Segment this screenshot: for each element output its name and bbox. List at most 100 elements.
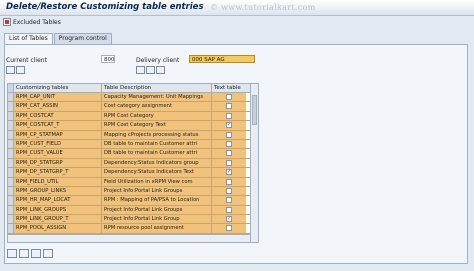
header-text-table[interactable]: Text table bbox=[212, 84, 246, 92]
delete-icon[interactable] bbox=[16, 66, 25, 74]
cell-text-table bbox=[212, 205, 246, 215]
save-icon[interactable] bbox=[43, 249, 53, 258]
cell-table-name: RPM_LINK_GROUP_T bbox=[14, 215, 102, 224]
text-table-checkbox[interactable] bbox=[226, 206, 232, 213]
text-table-checkbox[interactable] bbox=[226, 140, 232, 147]
select-icon[interactable] bbox=[6, 66, 15, 74]
cell-table-name: RPM_COSTCAT_T bbox=[14, 121, 102, 130]
current-client-label: Current client bbox=[6, 57, 47, 64]
delivery-client-label: Delivery client bbox=[136, 57, 180, 64]
cell-text-table bbox=[212, 111, 246, 121]
table-row[interactable]: RPM_HR_MAP_LOCAT RPM : Mapping of PA/PSA … bbox=[8, 196, 258, 206]
text-table-checkbox[interactable]: ✓ bbox=[226, 169, 232, 176]
delete-table-icon bbox=[3, 18, 11, 26]
text-table-checkbox[interactable] bbox=[226, 159, 232, 166]
watermark: © www.tutorialkart.com bbox=[210, 3, 316, 12]
text-table-checkbox[interactable] bbox=[226, 178, 232, 185]
window-title: Delete/Restore Customizing table entries bbox=[6, 2, 204, 12]
client-buttons-left bbox=[6, 66, 25, 74]
text-table-checkbox[interactable] bbox=[226, 112, 232, 119]
excluded-tables-button[interactable]: Excluded Tables bbox=[3, 17, 61, 27]
cell-table-name: RPM_DP_STATGRP bbox=[14, 158, 102, 168]
cell-text-table: ✓ bbox=[212, 168, 246, 177]
table-row[interactable]: RPM_COSTCAT_T RPM Cost Category Text ✓ bbox=[8, 121, 258, 131]
cell-table-description: RPM resource pool assignment bbox=[102, 224, 212, 233]
table-row[interactable]: RPM_FIELD_UTIL Field Utilization in xRPM … bbox=[8, 177, 258, 187]
delivery-client-field[interactable]: 000 SAP AG bbox=[189, 55, 255, 63]
table-row[interactable]: RPM_GROUP_LINKS Project Info:Portal Link … bbox=[8, 186, 258, 197]
customizing-table-grid: Customizing tables Table Description Tex… bbox=[7, 83, 259, 243]
cell-text-table bbox=[212, 93, 246, 102]
cell-table-description: RPM Cost Category bbox=[102, 111, 212, 121]
cell-text-table: ✓ bbox=[212, 215, 246, 224]
table-row[interactable]: RPM_POOL_ASSIGN RPM resource pool assignm… bbox=[8, 224, 258, 234]
table-row[interactable]: RPM_CAP_UNIT Capacity Management: Unit Ma… bbox=[8, 93, 258, 103]
cell-table-name: RPM_CUST_VALUE bbox=[14, 149, 102, 158]
grid-header: Customizing tables Table Description Tex… bbox=[8, 84, 258, 93]
table-row[interactable]: RPM_DP_STATGRP_T Dependency:Status Indica… bbox=[8, 168, 258, 178]
header-table-description[interactable]: Table Description bbox=[102, 84, 212, 92]
text-table-checkbox[interactable] bbox=[226, 225, 232, 232]
cell-table-name: RPM_CP_STATMAP bbox=[14, 130, 102, 139]
cell-text-table bbox=[212, 224, 246, 233]
horizontal-scrollbar[interactable] bbox=[8, 233, 258, 242]
cell-text-table bbox=[212, 196, 246, 205]
table-row[interactable]: RPM_CUST_VALUE DB table to maintain Custo… bbox=[8, 149, 258, 159]
text-table-checkbox[interactable] bbox=[226, 103, 232, 110]
tab-strip: List of Tables Program control bbox=[4, 33, 113, 45]
cell-table-description: Mapping cProjects processing status bbox=[102, 130, 212, 139]
cell-table-description: RPM Cost Category Text bbox=[102, 121, 212, 130]
text-table-checkbox[interactable] bbox=[226, 150, 232, 157]
text-table-checkbox[interactable]: ✓ bbox=[226, 216, 232, 223]
grid-rows: RPM_CAP_UNIT Capacity Management: Unit Ma… bbox=[8, 93, 258, 234]
cell-text-table bbox=[212, 102, 246, 111]
table-row[interactable]: RPM_COSTCAT RPM Cost Category bbox=[8, 111, 258, 122]
table-row[interactable]: RPM_LINK_GROUPS Project Info:Portal Link … bbox=[8, 205, 258, 216]
text-table-checkbox[interactable] bbox=[226, 187, 232, 194]
application-toolbar: Excluded Tables bbox=[0, 16, 474, 28]
header-customizing-tables[interactable]: Customizing tables bbox=[14, 84, 102, 92]
cell-table-name: RPM_DP_STATGRP_T bbox=[14, 168, 102, 177]
cell-table-description: DB table to maintain Customer attri bbox=[102, 139, 212, 149]
cell-table-description: Capacity Management: Unit Mappings bbox=[102, 93, 212, 102]
cell-table-name: RPM_POOL_ASSIGN bbox=[14, 224, 102, 233]
text-table-checkbox[interactable] bbox=[226, 131, 232, 138]
select-all-icon[interactable] bbox=[7, 249, 17, 258]
table-row[interactable]: RPM_CAT_ASSIN Cost category assignment bbox=[8, 102, 258, 112]
cell-table-name: RPM_HR_MAP_LOCAT bbox=[14, 196, 102, 205]
tab-program-control[interactable]: Program control bbox=[53, 33, 112, 44]
cell-table-description: Project Info:Portal Link Groups bbox=[102, 205, 212, 215]
cell-table-name: RPM_CAP_UNIT bbox=[14, 93, 102, 102]
current-client-field[interactable]: 800 bbox=[101, 55, 115, 63]
vertical-scrollbar[interactable] bbox=[250, 84, 258, 242]
cell-table-description: Project Info:Portal Link Groups bbox=[102, 186, 212, 196]
text-table-checkbox[interactable]: ✓ bbox=[226, 122, 232, 129]
cell-table-description: Project Info:Portal Link Group bbox=[102, 215, 212, 224]
cell-table-description: RPM : Mapping of PA/PSA to Location bbox=[102, 196, 212, 205]
restore-icon[interactable] bbox=[156, 66, 165, 74]
deselect-all-icon[interactable] bbox=[19, 249, 29, 258]
details-icon[interactable] bbox=[31, 249, 41, 258]
text-table-checkbox[interactable] bbox=[226, 94, 232, 100]
cell-table-description: Field Utilization in xRPM View com bbox=[102, 177, 212, 186]
table-row[interactable]: RPM_CP_STATMAP Mapping cProjects processi… bbox=[8, 130, 258, 140]
table-row[interactable]: RPM_DP_STATGRP Dependency:Status Indicato… bbox=[8, 158, 258, 169]
cell-text-table bbox=[212, 158, 246, 168]
cell-table-name: RPM_FIELD_UTIL bbox=[14, 177, 102, 186]
cell-text-table bbox=[212, 130, 246, 139]
table-row[interactable]: RPM_CUST_FIELD DB table to maintain Custo… bbox=[8, 139, 258, 150]
cell-table-name: RPM_GROUP_LINKS bbox=[14, 186, 102, 196]
title-bar: Delete/Restore Customizing table entries… bbox=[0, 0, 474, 16]
cell-table-description: Dependency:Status Indicators Text bbox=[102, 168, 212, 177]
bottom-toolbar bbox=[7, 249, 53, 258]
cell-table-description: DB table to maintain Customer attri bbox=[102, 149, 212, 158]
cell-table-description: Cost category assignment bbox=[102, 102, 212, 111]
cell-table-name: RPM_COSTCAT bbox=[14, 111, 102, 121]
table-row[interactable]: RPM_LINK_GROUP_T Project Info:Portal Link… bbox=[8, 215, 258, 225]
copy-icon[interactable] bbox=[136, 66, 145, 74]
text-table-checkbox[interactable] bbox=[226, 197, 232, 204]
cell-table-name: RPM_CAT_ASSIN bbox=[14, 102, 102, 111]
cell-table-description: Dependency:Status Indicators group bbox=[102, 158, 212, 168]
scroll-thumb[interactable] bbox=[252, 95, 257, 125]
compare-icon[interactable] bbox=[146, 66, 155, 74]
